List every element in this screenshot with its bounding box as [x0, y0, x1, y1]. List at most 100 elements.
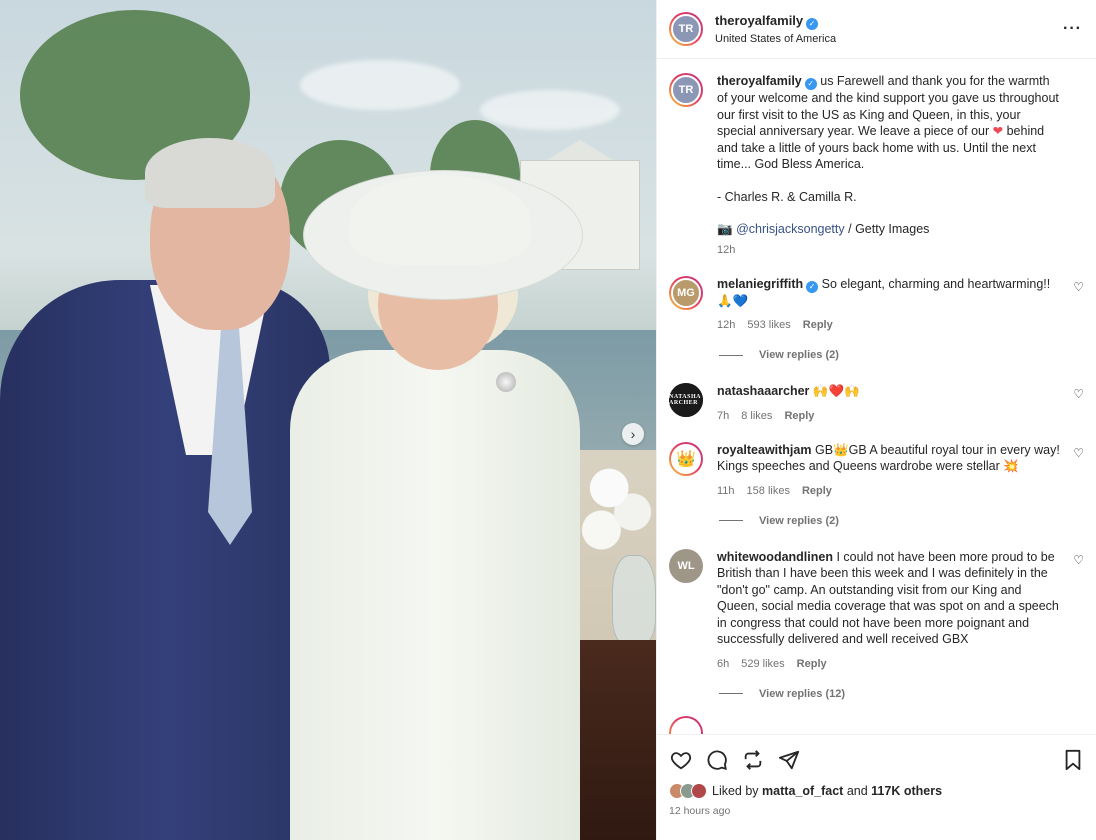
post-time[interactable]: 12 hours ago [669, 805, 1085, 817]
carousel-next-button[interactable]: › [622, 423, 644, 445]
avatar-image: WL [669, 548, 703, 583]
avatar-image: NATASHA ARCHER [669, 383, 703, 417]
comment-meta: 11h 158 likes Reply [717, 485, 1062, 497]
comment-likes[interactable]: 158 likes [747, 485, 790, 497]
avatar[interactable]: NATASHA ARCHER [669, 383, 703, 417]
photo-woman-hat-crown [350, 175, 530, 265]
photo-cloud [480, 90, 620, 130]
view-replies-label: View replies (12) [759, 687, 846, 700]
comment-icon[interactable] [705, 748, 729, 772]
caption-username[interactable]: theroyalfamily [717, 74, 802, 88]
avatar-image: TR [671, 75, 701, 105]
comment-likes[interactable]: 529 likes [741, 658, 784, 670]
verified-badge-icon: ✓ [806, 280, 819, 293]
reply-button[interactable]: Reply [797, 658, 827, 670]
comment-text-block: natashaaarcher 🙌❤️🙌 [717, 383, 1062, 400]
caption-text: theroyalfamily ✓ us Farewell and thank yo… [717, 73, 1062, 173]
comment-username[interactable]: royalteawithjam [717, 443, 811, 457]
header-username[interactable]: theroyalfamily [715, 13, 803, 28]
avatar[interactable]: MG [669, 275, 703, 310]
comment-time[interactable]: 11h [717, 485, 735, 497]
heart-outline-icon[interactable]: ♡ [1073, 387, 1084, 401]
comment-text-block: whitewoodandlinen I could not have been … [717, 549, 1062, 648]
avatar[interactable]: WL [669, 548, 703, 583]
photo-man-hair [145, 138, 275, 208]
view-replies-button[interactable]: View replies (2) [719, 515, 1084, 527]
reply-button[interactable]: Reply [803, 319, 833, 331]
comment-item-partial [669, 715, 1084, 734]
liked-by-count[interactable]: 117K others [871, 784, 942, 798]
chevron-right-icon: › [630, 426, 636, 442]
photo-brooch [496, 372, 516, 392]
comment-item: MG melaniegriffith ✓ So elegant, charming… [669, 275, 1084, 331]
comment-body: royalteawithjam GB👑GB A beautiful royal … [717, 442, 1084, 497]
liked-by-and: and [846, 784, 868, 798]
post-caption: TR theroyalfamily ✓ us Farewell and thank… [669, 73, 1084, 256]
caption-time[interactable]: 12h [717, 244, 735, 256]
comment-body: whitewoodandlinen I could not have been … [717, 549, 1084, 670]
divider-line [719, 354, 743, 356]
post-side-panel: TR theroyalfamily ✓ United States of Amer… [656, 0, 1096, 840]
like-heart-icon[interactable] [669, 748, 693, 772]
comment-time[interactable]: 6h [717, 658, 729, 670]
comment-likes[interactable]: 593 likes [747, 319, 790, 331]
comment-body: natashaaarcher 🙌❤️🙌 7h 8 likes Reply [717, 383, 1084, 422]
header-text: theroyalfamily ✓ United States of America [715, 13, 1063, 45]
bookmark-icon[interactable] [1061, 748, 1085, 772]
photo-table [575, 640, 656, 840]
liked-by-user[interactable]: matta_of_fact [762, 784, 843, 798]
comment-meta: 12h 593 likes Reply [717, 319, 1062, 331]
header-location[interactable]: United States of America [715, 33, 1063, 45]
avatar-image: TR [671, 14, 701, 44]
credit-handle-link[interactable]: @chrisjacksongetty [736, 222, 845, 236]
heart-outline-icon[interactable]: ♡ [1073, 280, 1084, 294]
reply-button[interactable]: Reply [784, 410, 814, 422]
verified-badge-icon: ✓ [806, 18, 819, 30]
view-replies-button[interactable]: View replies (12) [719, 688, 1084, 700]
caption-meta: 12h [717, 244, 1062, 256]
photo-flowers [578, 440, 656, 560]
photo-vase [612, 555, 656, 645]
share-icon[interactable] [777, 748, 801, 772]
post-photo[interactable]: › [0, 0, 656, 840]
comment-item: 👑 royalteawithjam GB👑GB A beautiful roya… [669, 441, 1084, 497]
avatar-image: 👑 [671, 443, 701, 474]
avatar-image: MG [671, 277, 701, 308]
comment-username[interactable]: whitewoodandlinen [717, 550, 833, 564]
post-actions: Liked by matta_of_fact and 117K others 1… [657, 734, 1096, 840]
comment-text-block: royalteawithjam GB👑GB A beautiful royal … [717, 442, 1062, 475]
photo-woman-coat [290, 350, 580, 840]
photo-man-suit [0, 280, 330, 840]
avatar[interactable]: 👑 [669, 441, 703, 476]
comment-text: 🙌❤️🙌 [812, 384, 860, 398]
instagram-post-viewer: › TR theroyalfamily ✓ United States of Am… [0, 0, 1096, 840]
comment-username[interactable]: melaniegriffith [717, 277, 803, 291]
liked-by-prefix: Liked by [712, 784, 759, 798]
caption-body: theroyalfamily ✓ us Farewell and thank yo… [717, 73, 1084, 256]
reply-button[interactable]: Reply [802, 485, 832, 497]
camera-icon: 📷 [717, 222, 733, 236]
comment-item: WL whitewoodandlinen I could not have be… [669, 548, 1084, 670]
comment-username[interactable]: natashaaarcher [717, 384, 809, 398]
view-replies-button[interactable]: View replies (2) [719, 349, 1084, 361]
comment-time[interactable]: 7h [717, 410, 729, 422]
divider-line [719, 520, 743, 521]
view-replies-label: View replies (2) [759, 514, 839, 527]
comments-list[interactable]: TR theroyalfamily ✓ us Farewell and thank… [657, 59, 1096, 734]
divider-line [719, 693, 743, 694]
comment-likes[interactable]: 8 likes [741, 410, 772, 422]
heart-outline-icon[interactable]: ♡ [1073, 446, 1084, 460]
comment-text-block: melaniegriffith ✓ So elegant, charming an… [717, 276, 1062, 310]
photo-cloud [300, 60, 460, 110]
avatar[interactable] [669, 715, 703, 734]
repost-icon[interactable] [741, 748, 765, 772]
likes-summary: Liked by matta_of_fact and 117K others [669, 783, 1085, 799]
avatar[interactable]: TR [669, 12, 703, 46]
comment-time[interactable]: 12h [717, 319, 735, 331]
avatar[interactable]: TR [669, 73, 703, 107]
heart-outline-icon[interactable]: ♡ [1073, 553, 1084, 567]
credit-rest: / Getty Images [848, 222, 930, 236]
red-heart-icon: ❤ [992, 124, 1004, 138]
comment-meta: 7h 8 likes Reply [717, 410, 1062, 422]
more-options-icon[interactable]: ··· [1063, 20, 1082, 38]
